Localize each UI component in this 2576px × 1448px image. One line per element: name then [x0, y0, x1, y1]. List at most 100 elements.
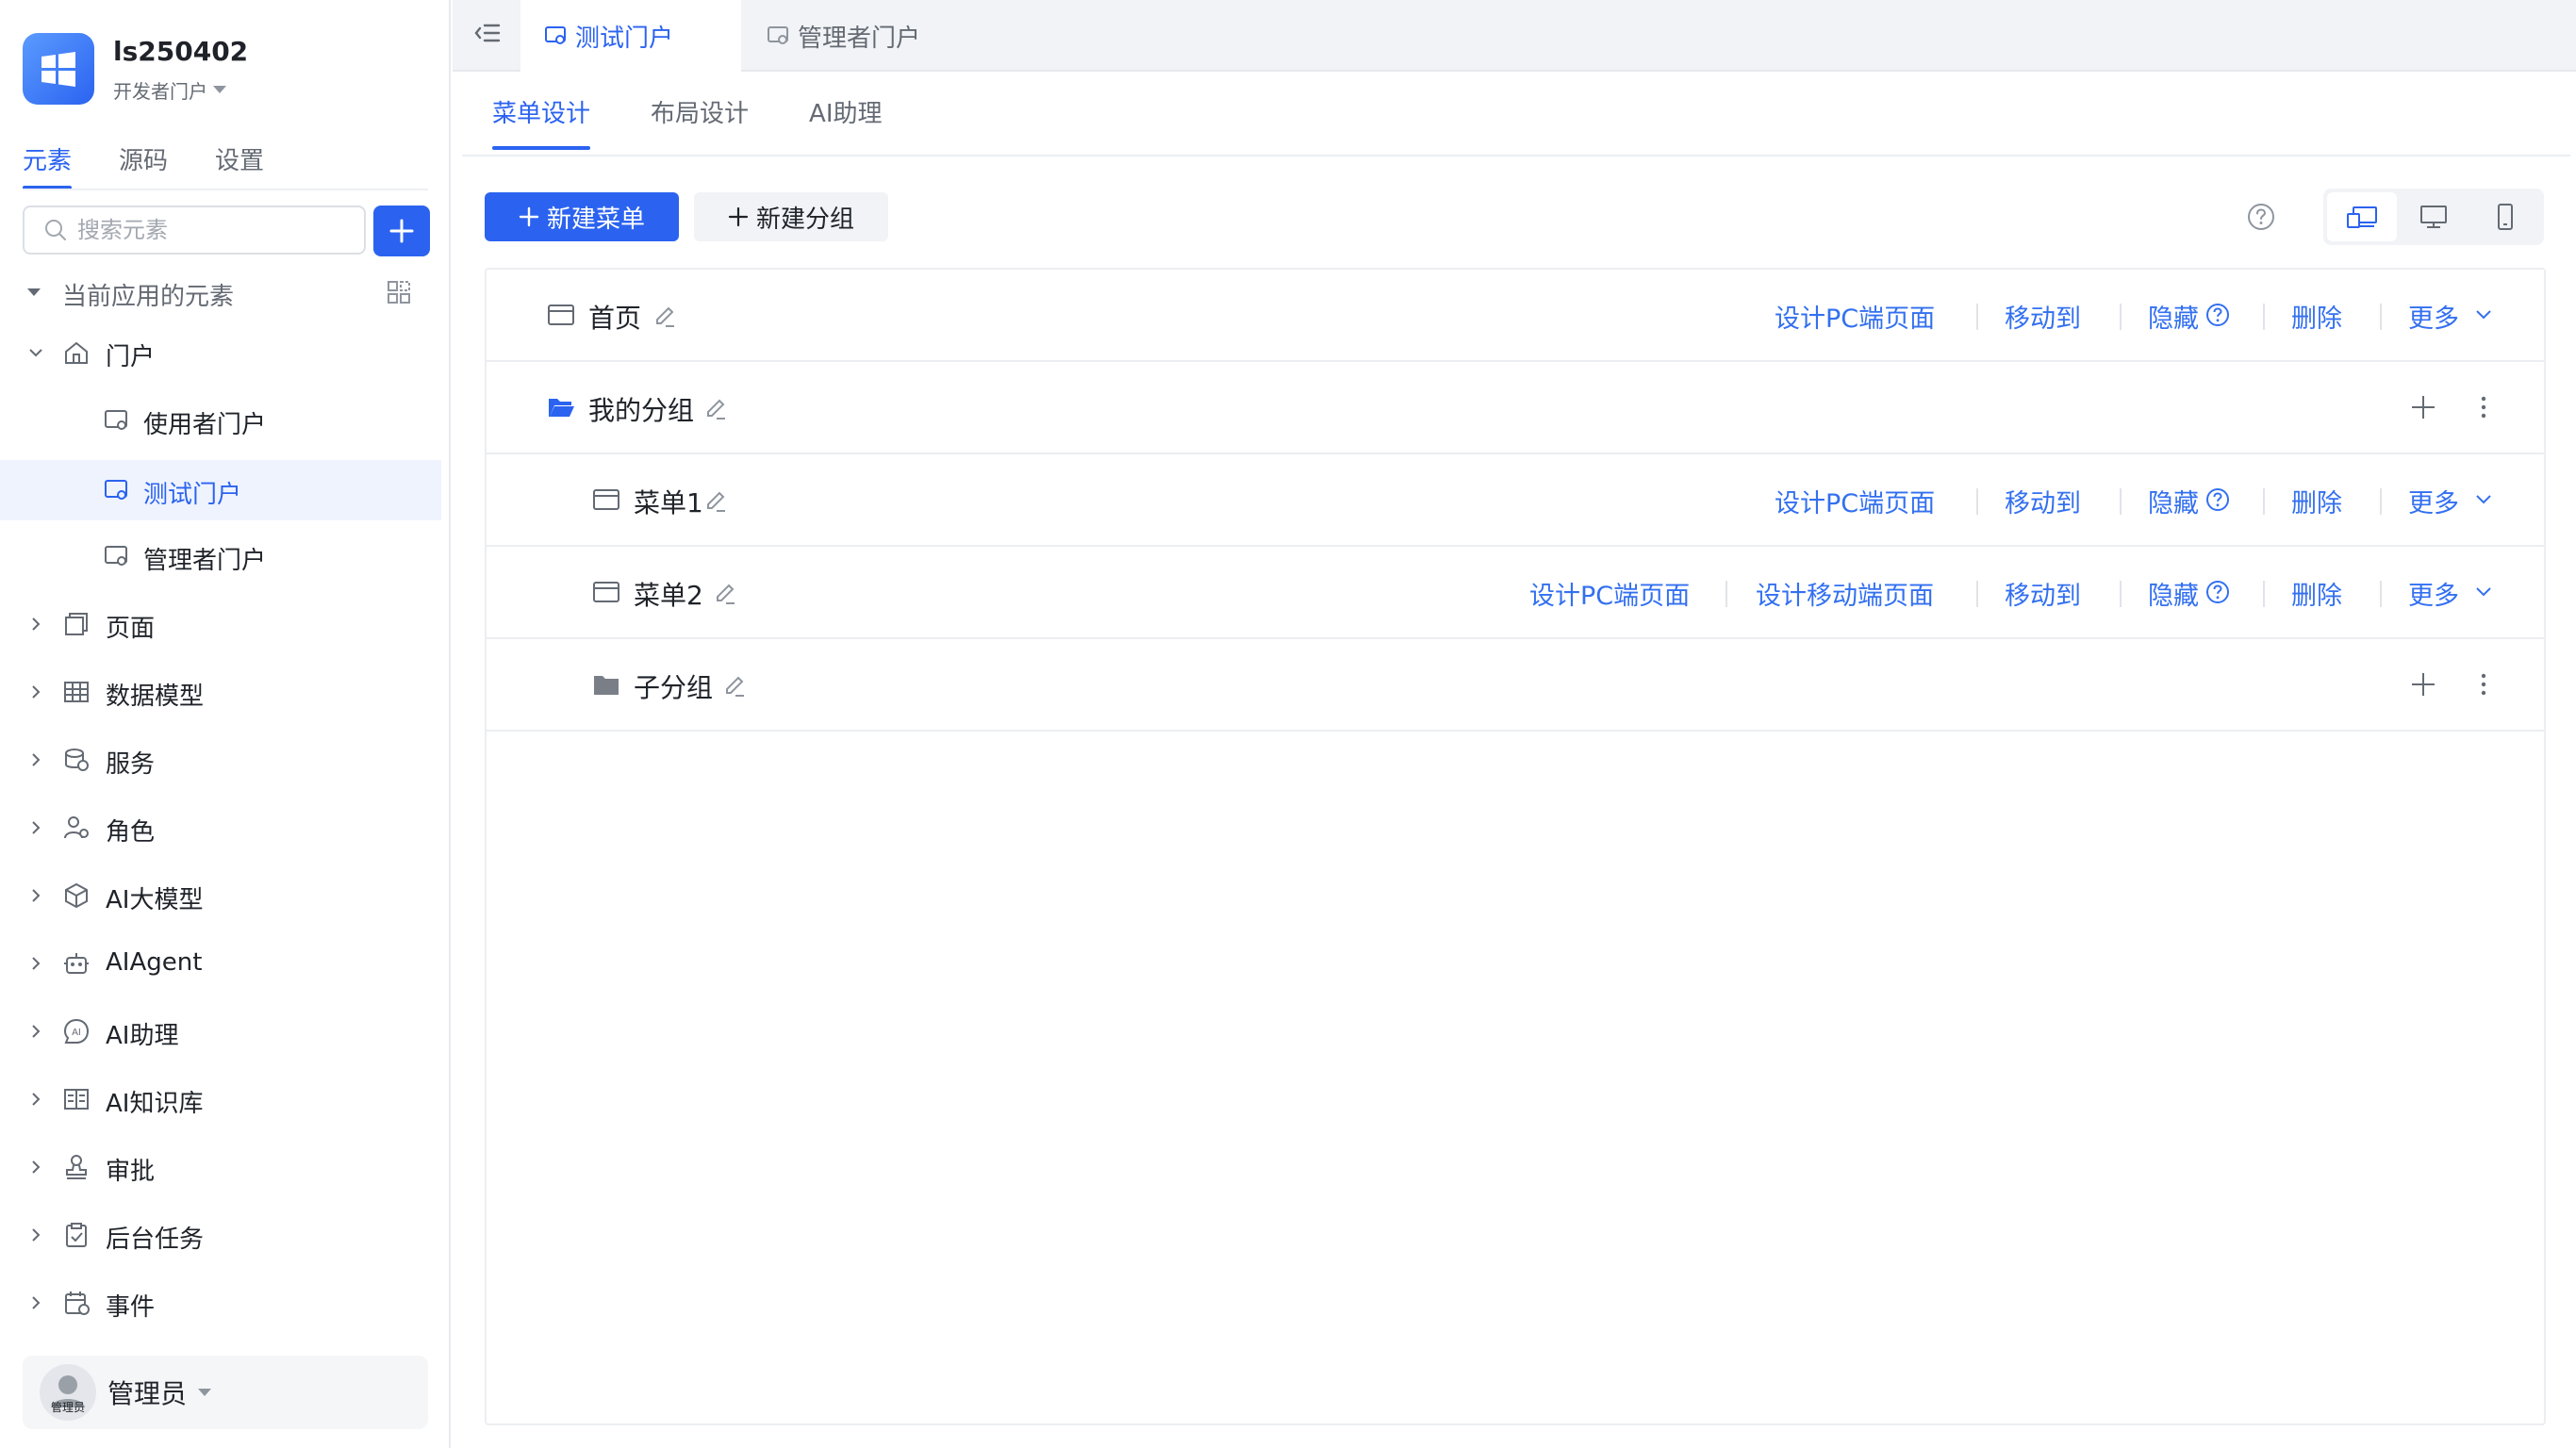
- app-header[interactable]: ls250402 开发者门户: [23, 32, 248, 106]
- design-mobile-page-link[interactable]: 设计移动端页面: [1756, 575, 1934, 612]
- tree-item-services[interactable]: 服务: [0, 730, 441, 790]
- app-name: ls250402: [113, 35, 249, 67]
- chevron-down-icon: [2476, 495, 2491, 504]
- user-name: 管理员: [107, 1378, 188, 1409]
- delete-link[interactable]: 删除: [2291, 575, 2342, 612]
- plus-icon[interactable]: [2410, 671, 2436, 698]
- tab-elements[interactable]: 元素: [23, 141, 73, 189]
- tree-item-portal[interactable]: 门户: [0, 322, 441, 383]
- doc-tab-admin-portal[interactable]: 管理者门户: [764, 0, 990, 72]
- menu-row-label: 首页: [588, 303, 642, 334]
- section-current-app[interactable]: 当前应用的元素: [0, 262, 441, 322]
- tree-item-ai-assistant[interactable]: AI AI助理: [0, 1001, 441, 1061]
- triangle-down-icon: [27, 288, 41, 296]
- menu-row-group[interactable]: 我的分组: [487, 362, 2544, 454]
- tree-item-label: AI大模型: [106, 886, 204, 914]
- tree-item-ai-knowledge[interactable]: AI知识库: [0, 1069, 441, 1129]
- menu-row-home[interactable]: 首页 设计PC端页面 移动到 隐藏 删除 更多: [487, 270, 2544, 362]
- menu-row-subgroup[interactable]: 子分组: [487, 639, 2544, 732]
- chevron-right-icon: [32, 957, 41, 970]
- plus-icon: [389, 219, 414, 243]
- edit-icon[interactable]: [652, 304, 677, 328]
- doc-tab-label: 测试门户: [575, 24, 674, 53]
- menu-tree: 首页 设计PC端页面 移动到 隐藏 删除 更多 我的分组 菜单1 设计PC端页面…: [485, 268, 2546, 1425]
- edit-icon[interactable]: [703, 488, 728, 513]
- more-vertical-icon[interactable]: [2470, 394, 2497, 420]
- tree-item-pages[interactable]: 页面: [0, 594, 441, 654]
- divider: [2120, 581, 2122, 607]
- portal-icon: [105, 546, 127, 566]
- tree-item-test-portal[interactable]: 测试门户: [0, 460, 441, 520]
- tab-source[interactable]: 源码: [119, 141, 168, 189]
- hide-link[interactable]: 隐藏: [2148, 298, 2199, 335]
- help-icon[interactable]: [2204, 579, 2231, 605]
- calendar-event-icon: [65, 1292, 90, 1315]
- move-to-link[interactable]: 移动到: [2005, 483, 2081, 519]
- more-link[interactable]: 更多: [2408, 575, 2459, 612]
- device-pc-button[interactable]: [2399, 192, 2469, 241]
- help-icon[interactable]: [2204, 302, 2231, 328]
- tree-item-roles[interactable]: 角色: [0, 798, 441, 858]
- tree-item-user-portal[interactable]: 使用者门户: [0, 390, 441, 451]
- more-link[interactable]: 更多: [2408, 298, 2459, 335]
- divider: [23, 189, 428, 190]
- tree-item-admin-portal[interactable]: 管理者门户: [0, 526, 441, 586]
- new-group-button[interactable]: 新建分组: [694, 192, 888, 241]
- device-mobile-button[interactable]: [2470, 192, 2540, 241]
- move-to-link[interactable]: 移动到: [2005, 575, 2081, 612]
- design-pc-page-link[interactable]: 设计PC端页面: [1529, 575, 1690, 612]
- caret-down-icon: [213, 86, 226, 93]
- tree-item-label: 后台任务: [106, 1226, 205, 1254]
- edit-icon[interactable]: [713, 581, 737, 605]
- tree-item-ai-agent[interactable]: AIAgent: [0, 933, 441, 994]
- design-pc-page-link[interactable]: 设计PC端页面: [1775, 298, 1935, 335]
- design-pc-page-link[interactable]: 设计PC端页面: [1775, 483, 1935, 519]
- tree-item-label: 审批: [106, 1158, 156, 1186]
- tree-item-background-tasks[interactable]: 后台任务: [0, 1205, 441, 1265]
- menu-row-menu2[interactable]: 菜单2 设计PC端页面 设计移动端页面 移动到 隐藏 删除 更多: [487, 547, 2544, 639]
- plus-icon[interactable]: [2410, 394, 2436, 420]
- tree-item-data-model[interactable]: 数据模型: [0, 662, 441, 722]
- help-icon[interactable]: [2246, 202, 2276, 232]
- portal-switcher[interactable]: 开发者门户: [113, 76, 248, 104]
- search-field[interactable]: [23, 206, 366, 255]
- desktop-icon: [2420, 206, 2447, 228]
- search-input[interactable]: [77, 217, 360, 243]
- hide-link[interactable]: 隐藏: [2148, 483, 2199, 519]
- windows-logo-icon: [41, 52, 75, 87]
- chevron-right-icon: [32, 617, 41, 631]
- user-menu[interactable]: 管理员 管理员: [23, 1356, 428, 1429]
- locate-icon[interactable]: [385, 278, 413, 306]
- tab-menu-design[interactable]: 菜单设计: [492, 94, 591, 150]
- tree-item-events[interactable]: 事件: [0, 1273, 441, 1333]
- home-icon: [65, 341, 88, 364]
- cube-icon: [65, 882, 88, 909]
- edit-icon[interactable]: [703, 396, 728, 420]
- doc-tab-test-portal[interactable]: 测试门户: [520, 0, 741, 72]
- more-vertical-icon[interactable]: [2470, 671, 2497, 698]
- more-link[interactable]: 更多: [2408, 483, 2459, 519]
- tab-settings[interactable]: 设置: [215, 141, 264, 189]
- hide-link[interactable]: 隐藏: [2148, 575, 2199, 612]
- help-icon[interactable]: [2204, 486, 2231, 513]
- tab-layout-design[interactable]: 布局设计: [651, 94, 749, 150]
- tab-ai-assistant[interactable]: AI助理: [809, 94, 882, 150]
- tree-item-label: AIAgent: [106, 948, 203, 977]
- search-icon: [45, 220, 66, 240]
- new-menu-button[interactable]: 新建菜单: [485, 192, 679, 241]
- move-to-link[interactable]: 移动到: [2005, 298, 2081, 335]
- device-pc-and-mobile-button[interactable]: [2327, 192, 2397, 241]
- delete-link[interactable]: 删除: [2291, 483, 2342, 519]
- tree-item-ai-model[interactable]: AI大模型: [0, 865, 441, 926]
- database-icon: [65, 749, 89, 771]
- delete-link[interactable]: 删除: [2291, 298, 2342, 335]
- tree-item-approval[interactable]: 审批: [0, 1137, 441, 1197]
- pages-icon: [65, 613, 88, 635]
- menu-row-menu1[interactable]: 菜单1 设计PC端页面 移动到 隐藏 删除 更多: [487, 454, 2544, 547]
- plus-icon: [728, 206, 749, 227]
- collapse-sidebar-icon[interactable]: [471, 17, 504, 49]
- chevron-right-icon: [32, 1160, 41, 1174]
- stamp-icon: [66, 1155, 87, 1179]
- edit-icon[interactable]: [722, 673, 747, 698]
- add-element-button[interactable]: [373, 206, 430, 256]
